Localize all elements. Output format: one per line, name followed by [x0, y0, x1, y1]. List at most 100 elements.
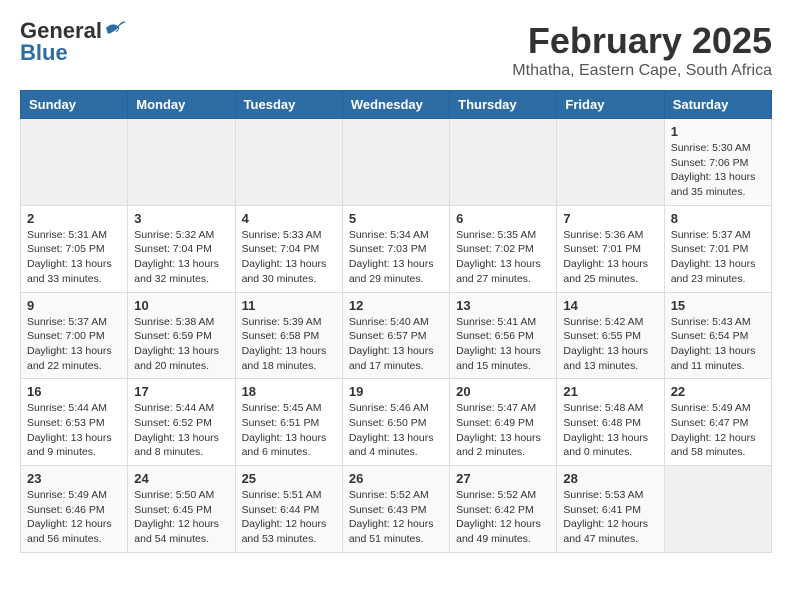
day-number: 4 [242, 211, 336, 226]
day-number: 10 [134, 298, 228, 313]
day-info: Sunrise: 5:37 AM Sunset: 7:01 PM Dayligh… [671, 228, 765, 287]
day-number: 22 [671, 384, 765, 399]
day-number: 11 [242, 298, 336, 313]
calendar-cell: 20Sunrise: 5:47 AM Sunset: 6:49 PM Dayli… [450, 379, 557, 466]
day-number: 21 [563, 384, 657, 399]
calendar-week-row: 9 Sunrise: 5:37 AM Sunset: 7:00 PM Daylig… [21, 292, 772, 379]
day-number: 16 [27, 384, 121, 399]
day-number: 5 [349, 211, 443, 226]
day-info: Sunrise: 5:30 AM Sunset: 7:06 PM Dayligh… [671, 141, 765, 200]
weekday-header: Thursday [450, 91, 557, 119]
calendar-cell: 10 Sunrise: 5:38 AM Sunset: 6:59 PM Dayli… [128, 292, 235, 379]
calendar-week-row: 2Sunrise: 5:31 AM Sunset: 7:05 PM Daylig… [21, 205, 772, 292]
day-number: 18 [242, 384, 336, 399]
day-info: Sunrise: 5:40 AM Sunset: 6:57 PM Dayligh… [349, 315, 443, 374]
day-info: Sunrise: 5:31 AM Sunset: 7:05 PM Dayligh… [27, 228, 121, 287]
logo-bird-icon [104, 20, 126, 38]
day-info: Sunrise: 5:49 AM Sunset: 6:46 PM Dayligh… [27, 488, 121, 547]
calendar-cell: 11 Sunrise: 5:39 AM Sunset: 6:58 PM Dayli… [235, 292, 342, 379]
calendar-cell: 26 Sunrise: 5:52 AM Sunset: 6:43 PM Dayli… [342, 466, 449, 553]
calendar-cell [21, 119, 128, 206]
calendar-week-row: 16 Sunrise: 5:44 AM Sunset: 6:53 PM Dayli… [21, 379, 772, 466]
logo-blue: Blue [20, 42, 68, 64]
month-title: February 2025 [512, 20, 772, 62]
day-number: 3 [134, 211, 228, 226]
calendar-cell: 27 Sunrise: 5:52 AM Sunset: 6:42 PM Dayli… [450, 466, 557, 553]
title-section: February 2025 Mthatha, Eastern Cape, Sou… [512, 20, 772, 80]
day-number: 6 [456, 211, 550, 226]
calendar-cell: 7 Sunrise: 5:36 AM Sunset: 7:01 PM Daylig… [557, 205, 664, 292]
calendar-cell: 3 Sunrise: 5:32 AM Sunset: 7:04 PM Daylig… [128, 205, 235, 292]
calendar-cell: 25Sunrise: 5:51 AM Sunset: 6:44 PM Dayli… [235, 466, 342, 553]
day-info: Sunrise: 5:44 AM Sunset: 6:52 PM Dayligh… [134, 401, 228, 460]
day-info: Sunrise: 5:33 AM Sunset: 7:04 PM Dayligh… [242, 228, 336, 287]
calendar-cell [342, 119, 449, 206]
day-info: Sunrise: 5:32 AM Sunset: 7:04 PM Dayligh… [134, 228, 228, 287]
day-number: 23 [27, 471, 121, 486]
day-number: 19 [349, 384, 443, 399]
calendar-cell: 13 Sunrise: 5:41 AM Sunset: 6:56 PM Dayli… [450, 292, 557, 379]
day-info: Sunrise: 5:49 AM Sunset: 6:47 PM Dayligh… [671, 401, 765, 460]
day-number: 12 [349, 298, 443, 313]
location-title: Mthatha, Eastern Cape, South Africa [512, 62, 772, 80]
calendar-cell: 4 Sunrise: 5:33 AM Sunset: 7:04 PM Daylig… [235, 205, 342, 292]
calendar-cell: 18 Sunrise: 5:45 AM Sunset: 6:51 PM Dayli… [235, 379, 342, 466]
day-number: 13 [456, 298, 550, 313]
calendar-cell: 1 Sunrise: 5:30 AM Sunset: 7:06 PM Daylig… [664, 119, 771, 206]
day-info: Sunrise: 5:45 AM Sunset: 6:51 PM Dayligh… [242, 401, 336, 460]
day-number: 28 [563, 471, 657, 486]
weekday-header: Saturday [664, 91, 771, 119]
weekday-header: Sunday [21, 91, 128, 119]
weekday-header: Wednesday [342, 91, 449, 119]
calendar-cell: 8 Sunrise: 5:37 AM Sunset: 7:01 PM Daylig… [664, 205, 771, 292]
calendar-cell: 6 Sunrise: 5:35 AM Sunset: 7:02 PM Daylig… [450, 205, 557, 292]
calendar-table: SundayMondayTuesdayWednesdayThursdayFrid… [20, 90, 772, 553]
day-info: Sunrise: 5:39 AM Sunset: 6:58 PM Dayligh… [242, 315, 336, 374]
day-info: Sunrise: 5:44 AM Sunset: 6:53 PM Dayligh… [27, 401, 121, 460]
calendar-cell: 22 Sunrise: 5:49 AM Sunset: 6:47 PM Dayli… [664, 379, 771, 466]
day-info: Sunrise: 5:52 AM Sunset: 6:43 PM Dayligh… [349, 488, 443, 547]
logo-general: General [20, 20, 102, 42]
calendar-cell [557, 119, 664, 206]
day-number: 1 [671, 124, 765, 139]
day-info: Sunrise: 5:35 AM Sunset: 7:02 PM Dayligh… [456, 228, 550, 287]
page-header: General Blue February 2025 Mthatha, East… [20, 20, 772, 80]
day-number: 8 [671, 211, 765, 226]
day-info: Sunrise: 5:37 AM Sunset: 7:00 PM Dayligh… [27, 315, 121, 374]
day-info: Sunrise: 5:36 AM Sunset: 7:01 PM Dayligh… [563, 228, 657, 287]
calendar-cell [235, 119, 342, 206]
calendar-week-row: 1 Sunrise: 5:30 AM Sunset: 7:06 PM Daylig… [21, 119, 772, 206]
day-info: Sunrise: 5:38 AM Sunset: 6:59 PM Dayligh… [134, 315, 228, 374]
calendar-cell: 5 Sunrise: 5:34 AM Sunset: 7:03 PM Daylig… [342, 205, 449, 292]
day-number: 17 [134, 384, 228, 399]
day-info: Sunrise: 5:41 AM Sunset: 6:56 PM Dayligh… [456, 315, 550, 374]
day-number: 15 [671, 298, 765, 313]
day-number: 9 [27, 298, 121, 313]
logo: General Blue [20, 20, 126, 64]
day-number: 7 [563, 211, 657, 226]
day-number: 27 [456, 471, 550, 486]
calendar-cell [664, 466, 771, 553]
calendar-cell: 23 Sunrise: 5:49 AM Sunset: 6:46 PM Dayli… [21, 466, 128, 553]
calendar-cell [450, 119, 557, 206]
calendar-cell [128, 119, 235, 206]
calendar-header-row: SundayMondayTuesdayWednesdayThursdayFrid… [21, 91, 772, 119]
day-number: 26 [349, 471, 443, 486]
calendar-cell: 16 Sunrise: 5:44 AM Sunset: 6:53 PM Dayli… [21, 379, 128, 466]
calendar-cell: 12 Sunrise: 5:40 AM Sunset: 6:57 PM Dayli… [342, 292, 449, 379]
calendar-cell: 15Sunrise: 5:43 AM Sunset: 6:54 PM Dayli… [664, 292, 771, 379]
day-number: 24 [134, 471, 228, 486]
day-number: 20 [456, 384, 550, 399]
day-info: Sunrise: 5:52 AM Sunset: 6:42 PM Dayligh… [456, 488, 550, 547]
day-info: Sunrise: 5:34 AM Sunset: 7:03 PM Dayligh… [349, 228, 443, 287]
day-number: 14 [563, 298, 657, 313]
calendar-cell: 14Sunrise: 5:42 AM Sunset: 6:55 PM Dayli… [557, 292, 664, 379]
calendar-cell: 9 Sunrise: 5:37 AM Sunset: 7:00 PM Daylig… [21, 292, 128, 379]
day-info: Sunrise: 5:53 AM Sunset: 6:41 PM Dayligh… [563, 488, 657, 547]
weekday-header: Tuesday [235, 91, 342, 119]
calendar-cell: 19Sunrise: 5:46 AM Sunset: 6:50 PM Dayli… [342, 379, 449, 466]
calendar-cell: 28 Sunrise: 5:53 AM Sunset: 6:41 PM Dayli… [557, 466, 664, 553]
day-info: Sunrise: 5:51 AM Sunset: 6:44 PM Dayligh… [242, 488, 336, 547]
weekday-header: Monday [128, 91, 235, 119]
calendar-cell: 24Sunrise: 5:50 AM Sunset: 6:45 PM Dayli… [128, 466, 235, 553]
